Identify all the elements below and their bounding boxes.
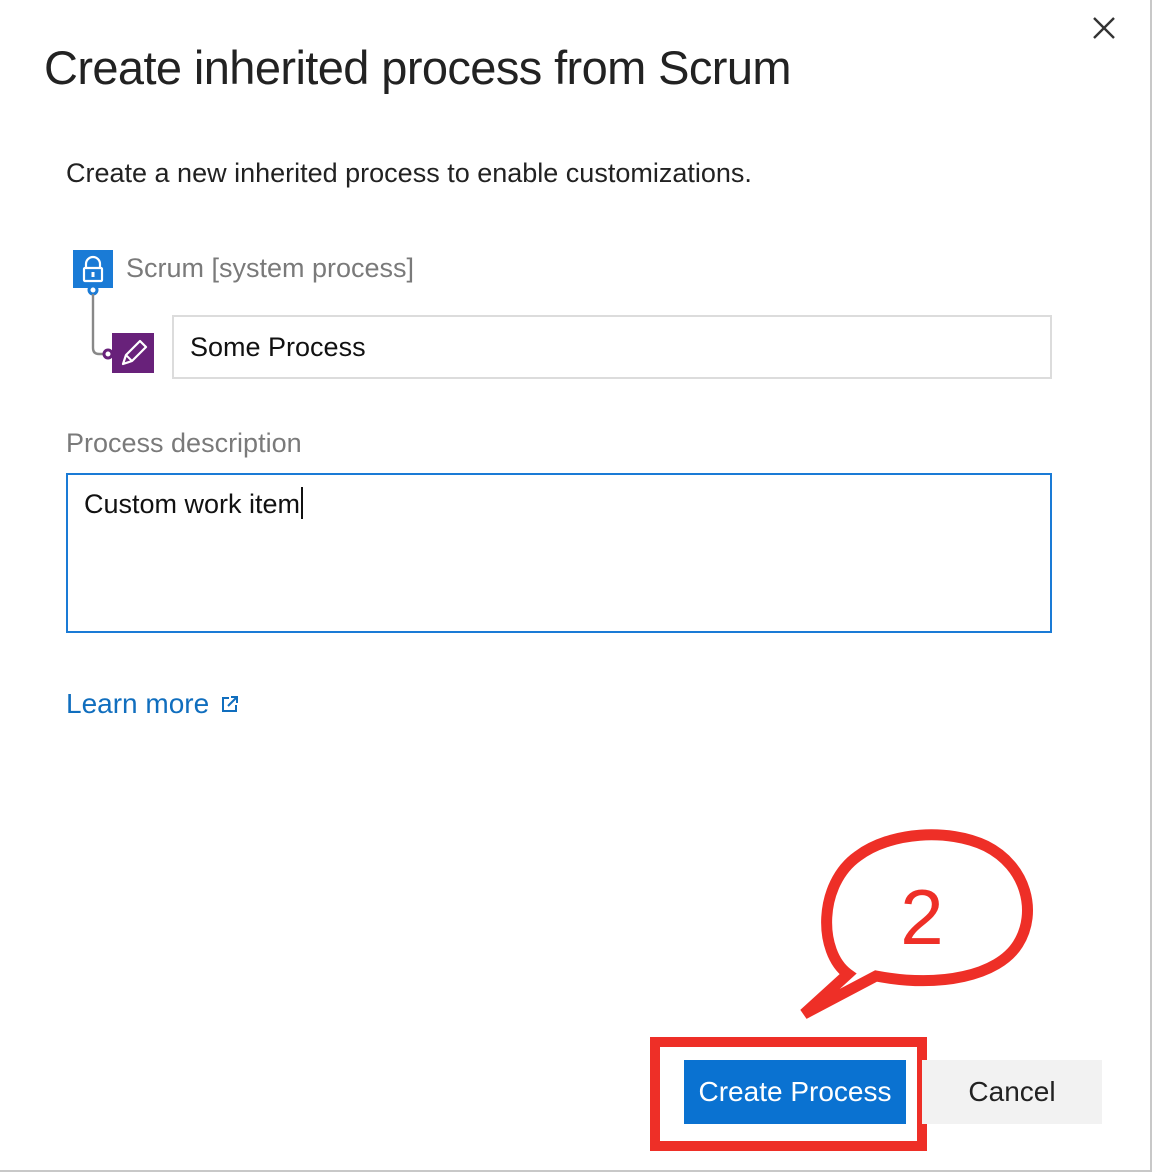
process-description-label: Process description <box>66 428 302 458</box>
lock-icon <box>73 250 113 296</box>
text-caret <box>301 487 304 519</box>
close-button[interactable] <box>1086 10 1122 46</box>
process-name-input[interactable] <box>172 315 1052 379</box>
create-process-dialog: Create inherited process from Scrum Crea… <box>0 0 1152 1172</box>
learn-more-link[interactable]: Learn more <box>66 688 239 720</box>
create-process-button[interactable]: Create Process <box>684 1060 906 1124</box>
parent-process-label: Scrum [system process] <box>126 253 415 283</box>
cancel-button[interactable]: Cancel <box>922 1060 1102 1124</box>
dialog-subtitle: Create a new inherited process to enable… <box>66 158 752 188</box>
close-icon <box>1093 17 1115 39</box>
process-description-value: Custom work item <box>84 489 301 519</box>
process-description-textarea[interactable]: Custom work item <box>66 473 1052 633</box>
external-link-icon <box>222 696 239 712</box>
pencil-icon <box>102 333 154 373</box>
dialog-title: Create inherited process from Scrum <box>44 41 792 94</box>
step-number: 2 <box>900 873 944 961</box>
learn-more-label: Learn more <box>66 688 210 719</box>
